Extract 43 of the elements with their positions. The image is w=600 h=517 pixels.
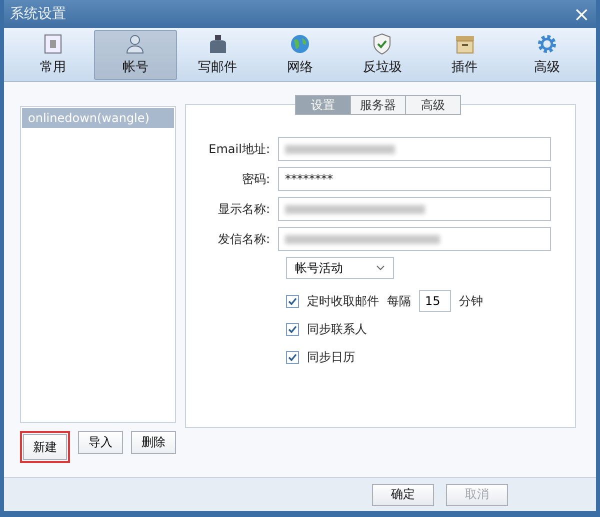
field-label: 显示名称: <box>216 200 271 218</box>
box-icon <box>454 33 476 55</box>
field-label: 发信名称: <box>216 230 271 248</box>
account-button[interactable]: 删除 <box>130 431 176 454</box>
blurred-value-icon <box>285 204 425 214</box>
input-field[interactable] <box>278 137 551 161</box>
toolbar-tab[interactable]: 插件 <box>423 30 506 80</box>
toolbar-tab[interactable]: 帐号 <box>94 30 177 80</box>
unit-label: 分钟 <box>459 292 483 310</box>
checkbox-label: 同步联系人 <box>307 320 367 338</box>
input-field[interactable] <box>278 197 551 221</box>
toolbar-tab[interactable]: 常用 <box>12 30 94 80</box>
blurred-value-icon <box>285 144 395 154</box>
chevron-down-icon <box>376 265 385 271</box>
interval-label: 每隔 <box>387 292 411 310</box>
shield-check-icon <box>371 33 394 55</box>
interval-field[interactable]: 15 <box>419 290 451 312</box>
person-icon <box>124 33 146 55</box>
checkbox-label: 同步日历 <box>307 348 355 366</box>
settings-tab[interactable]: 服务器 <box>350 95 406 115</box>
account-button[interactable]: 导入 <box>78 431 123 454</box>
toolbar-tab[interactable]: 写邮件 <box>176 30 259 80</box>
checkbox-label: 定时收取邮件 <box>307 292 379 310</box>
checkbox[interactable] <box>286 322 299 336</box>
input-field[interactable]: ******** <box>278 167 551 191</box>
toolbar-tab[interactable]: 反垃圾 <box>341 30 424 80</box>
settings-tab[interactable]: 高级 <box>405 95 461 115</box>
panel-icon <box>42 33 64 55</box>
checkbox[interactable] <box>286 294 299 308</box>
toolbar-tab[interactable]: 网络 <box>258 30 342 80</box>
window-title: 系统设置 <box>10 5 66 23</box>
input-field[interactable] <box>278 227 551 251</box>
settings-icon <box>536 33 558 55</box>
globe-icon <box>288 33 311 55</box>
close-icon[interactable]: × <box>573 4 590 24</box>
account-button[interactable]: 新建 <box>20 431 70 463</box>
blurred-value-icon <box>285 234 440 244</box>
dialog-button[interactable]: 确定 <box>372 484 434 506</box>
toolbar-tab[interactable]: 高级 <box>506 30 588 80</box>
checkbox[interactable] <box>286 350 299 364</box>
activity-dropdown[interactable]: 帐号活动 <box>286 257 394 279</box>
field-label: 密码: <box>240 170 271 188</box>
field-label: Email地址: <box>208 140 271 158</box>
